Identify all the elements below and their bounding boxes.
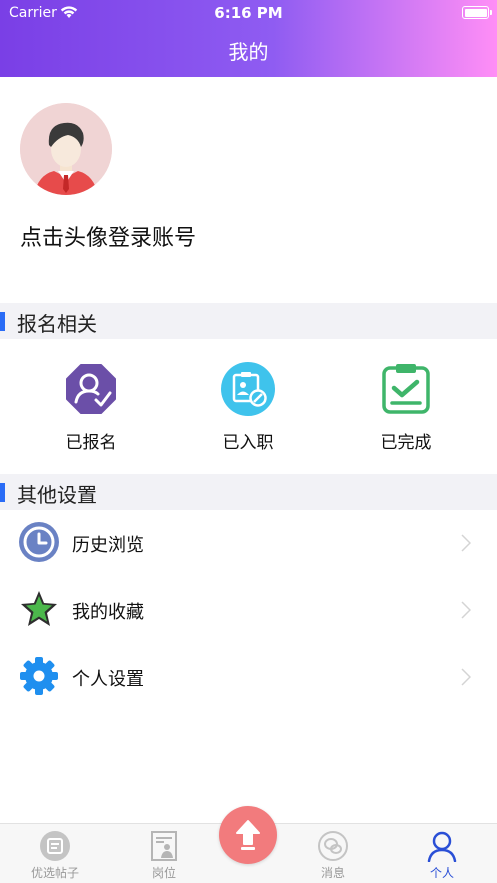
onboarded-icon	[221, 362, 275, 416]
list-item-favorites[interactable]: 我的收藏	[0, 577, 497, 644]
tab-jobs[interactable]: 岗位	[114, 824, 214, 883]
completed-item[interactable]: 已完成	[346, 362, 466, 453]
completed-icon	[379, 362, 433, 416]
settings-list: 历史浏览 我的收藏 个人设置	[0, 510, 497, 711]
list-item-label: 个人设置	[72, 669, 144, 690]
registered-label: 已报名	[65, 433, 117, 453]
post-icon	[39, 830, 71, 862]
person-icon	[426, 830, 458, 863]
section-accent-bar	[0, 312, 5, 331]
settings-section-header: 其他设置	[0, 474, 497, 510]
login-prompt[interactable]: 点击头像登录账号	[20, 220, 196, 252]
chevron-right-icon	[461, 534, 472, 552]
chevron-right-icon	[461, 601, 472, 619]
section-title: 报名相关	[17, 312, 97, 336]
registration-section-header: 报名相关	[0, 303, 497, 339]
section-accent-bar	[0, 483, 5, 502]
chevron-right-icon	[461, 668, 472, 686]
registered-icon	[64, 362, 118, 416]
tab-posts[interactable]: 优选帖子	[5, 824, 105, 883]
app-header: Carrier 6:16 PM 我的	[0, 0, 497, 77]
completed-label: 已完成	[380, 433, 432, 453]
clock-icon	[19, 522, 59, 562]
list-item-label: 我的收藏	[72, 602, 144, 623]
avatar[interactable]	[20, 103, 112, 195]
registration-row: 已报名 已入职 已完成	[0, 340, 497, 474]
tab-label: 优选帖子	[30, 866, 79, 880]
list-item-label: 历史浏览	[72, 535, 144, 556]
tab-personal[interactable]: 个人	[392, 824, 492, 883]
battery-icon	[462, 6, 492, 19]
list-item-settings[interactable]: 个人设置	[0, 644, 497, 711]
job-icon	[148, 830, 180, 862]
onboarded-item[interactable]: 已入职	[188, 362, 308, 453]
onboarded-label: 已入职	[222, 433, 274, 453]
message-icon	[317, 830, 349, 862]
star-icon	[19, 589, 59, 629]
section-title: 其他设置	[17, 483, 97, 507]
page-title: 我的	[228, 40, 269, 64]
upload-arrow-icon	[236, 820, 260, 850]
registered-item[interactable]: 已报名	[31, 362, 151, 453]
upload-button[interactable]	[219, 806, 277, 864]
gear-icon	[19, 656, 59, 696]
profile-card: 点击头像登录账号	[0, 77, 497, 303]
list-item-history[interactable]: 历史浏览	[0, 510, 497, 577]
tab-messages[interactable]: 消息	[283, 824, 383, 883]
status-bar: Carrier 6:16 PM	[0, 0, 497, 26]
tab-label: 消息	[320, 866, 345, 880]
tab-label: 岗位	[151, 866, 176, 880]
status-time: 6:16 PM	[214, 4, 283, 22]
tab-label: 个人	[429, 866, 454, 880]
avatar-icon	[20, 103, 112, 195]
